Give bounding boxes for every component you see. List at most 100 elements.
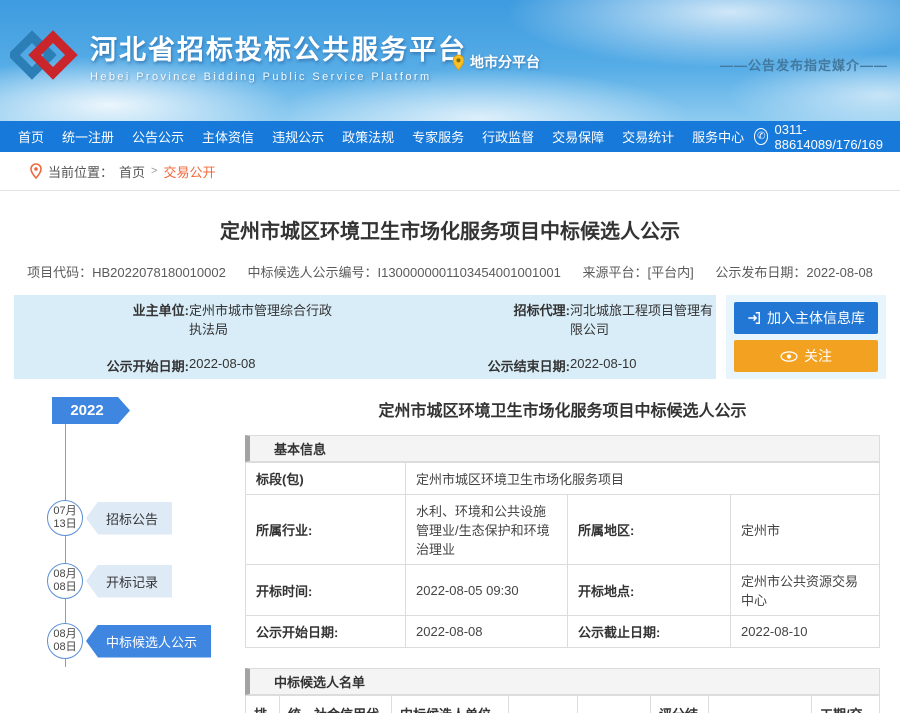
nav-item-violations[interactable]: 违规公示 — [264, 127, 332, 146]
hotline: ✆ 0311-88614089/176/169 — [754, 122, 890, 152]
col-company-name: 中标候选人单位名称 — [392, 696, 509, 713]
timeline-date-month: 07月 — [53, 505, 76, 518]
publicity-start-label: 公示开始日期: — [246, 616, 406, 648]
site-title: 河北省招标投标公共服务平台 — [90, 28, 467, 67]
page-title: 定州市城区环境卫生市场化服务项目中标候选人公示 — [0, 215, 900, 244]
publicity-start-value: 2022-08-08 — [406, 616, 568, 648]
city-platform-label: 地市分平台 — [470, 52, 540, 72]
table-row: 开标时间: 2022-08-05 09:30 开标地点: 定州市公共资源交易中心 — [246, 565, 880, 616]
nav-item-entity-credit[interactable]: 主体资信 — [194, 127, 262, 146]
bid-section-label: 标段(包) — [246, 463, 406, 495]
timeline-item-tender-notice[interactable]: 07月 13日 招标公告 — [47, 500, 172, 536]
notice-number-value: I1300000001103454001001001 — [377, 265, 560, 280]
timeline-label-active: 中标候选人公示 — [86, 625, 211, 658]
region-label: 所属地区: — [568, 495, 731, 565]
nav-item-announcements[interactable]: 公告公示 — [124, 127, 192, 146]
timeline-item-candidates[interactable]: 08月 08日 中标候选人公示 — [47, 623, 211, 659]
publish-date-label: 公示发布日期： — [715, 265, 806, 280]
sign-in-icon — [747, 311, 761, 325]
timeline-item-bid-opening[interactable]: 08月 08日 开标记录 — [47, 563, 172, 599]
col-credit-code: 统一社会信用代码 — [280, 696, 392, 713]
join-entity-db-button[interactable]: 加入主体信息库 — [734, 302, 878, 334]
timeline-date-month: 08月 — [53, 628, 76, 641]
owner-unit-label: 业主单位: — [14, 300, 189, 338]
notice-end-label: 公示结束日期: — [335, 356, 570, 375]
notice-start-label: 公示开始日期: — [14, 356, 189, 375]
breadcrumb-current[interactable]: 交易公开 — [163, 162, 215, 181]
nav-item-expert-service[interactable]: 专家服务 — [404, 127, 472, 146]
city-platform-link[interactable]: 地市分平台 — [452, 52, 540, 72]
candidates-table: 排名 统一社会信用代码 中标候选人单位名称 投标价格 评标价格 评分结果 质量标… — [245, 695, 880, 713]
site-brand: 河北省招标投标公共服务平台 Hebei Province Bidding Pub… — [10, 22, 467, 88]
breadcrumb: 当前位置： 首页 > 交易公开 — [0, 152, 900, 191]
source-platform-value: [平台内] — [648, 265, 694, 280]
breadcrumb-separator: > — [151, 165, 157, 177]
timeline-year-flag: 2022 — [52, 397, 130, 424]
owner-unit-value: 定州市城市管理综合行政执法局 — [189, 300, 335, 338]
follow-button[interactable]: 关注 — [734, 340, 878, 372]
table-row: 公示开始日期: 2022-08-08 公示截止日期: 2022-08-10 — [246, 616, 880, 648]
nav-item-policies[interactable]: 政策法规 — [334, 127, 402, 146]
timeline-label: 开标记录 — [86, 565, 172, 598]
project-code-label: 项目代码： — [27, 265, 92, 280]
notice-end-value: 2022-08-10 — [570, 356, 716, 375]
timeline-date: 08月 08日 — [47, 563, 83, 599]
timeline-label: 招标公告 — [86, 502, 172, 535]
follow-button-label: 关注 — [804, 346, 832, 366]
join-button-label: 加入主体信息库 — [767, 308, 865, 328]
opening-place-value: 定州市公共资源交易中心 — [731, 565, 880, 616]
notice-start-value: 2022-08-08 — [189, 356, 335, 375]
basic-info-section-header: 基本信息 — [245, 435, 880, 462]
nav-item-admin-supervision[interactable]: 行政监督 — [474, 127, 542, 146]
notice-article: 定州市城区环境卫生市场化服务项目中标候选人公示 基本信息 标段(包) 定州市城区… — [245, 397, 880, 713]
project-meta: 项目代码：HB2022078180010002 中标候选人公示编号：I13000… — [0, 262, 900, 281]
nav-item-trade-guarantee[interactable]: 交易保障 — [544, 127, 612, 146]
timeline-date: 08月 08日 — [47, 623, 83, 659]
source-platform-label: 来源平台： — [583, 265, 648, 280]
hotline-number: 0311-88614089/176/169 — [774, 122, 890, 152]
basic-info-table: 标段(包) 定州市城区环境卫生市场化服务项目 所属行业: 水利、环境和公共设施管… — [245, 462, 880, 648]
timeline-date-day: 13日 — [53, 518, 76, 531]
site-header: 河北省招标投标公共服务平台 Hebei Province Bidding Pub… — [0, 0, 900, 121]
article-title: 定州市城区环境卫生市场化服务项目中标候选人公示 — [245, 397, 880, 421]
timeline-date-day: 08日 — [53, 641, 76, 654]
timeline-date-day: 08日 — [53, 581, 76, 594]
col-bid-price: 投标价格 — [509, 696, 578, 713]
publicity-end-label: 公示截止日期: — [568, 616, 731, 648]
opening-place-label: 开标地点: — [568, 565, 731, 616]
site-logo-icon — [10, 22, 82, 88]
bid-section-value: 定州市城区环境卫生市场化服务项目 — [406, 463, 880, 495]
action-panel: 加入主体信息库 关注 — [726, 295, 886, 379]
project-code-value: HB2022078180010002 — [92, 265, 226, 280]
col-rank: 排名 — [246, 696, 280, 713]
opening-time-value: 2022-08-05 09:30 — [406, 565, 568, 616]
industry-label: 所属行业: — [246, 495, 406, 565]
eye-icon — [780, 351, 798, 362]
main-nav: 首页 统一注册 公告公示 主体资信 违规公示 政策法规 专家服务 行政监督 交易… — [0, 121, 900, 152]
table-header-row: 排名 统一社会信用代码 中标候选人单位名称 投标价格 评标价格 评分结果 质量标… — [246, 696, 880, 713]
opening-time-label: 开标时间: — [246, 565, 406, 616]
publicity-end-value: 2022-08-10 — [731, 616, 880, 648]
location-pin-icon — [452, 54, 465, 71]
bidding-agent-value: 河北城旅工程项目管理有限公司 — [570, 300, 716, 338]
table-row: 所属行业: 水利、环境和公共设施管理业/生态保护和环境治理业 所属地区: 定州市 — [246, 495, 880, 565]
summary-row: 业主单位: 定州市城市管理综合行政执法局 招标代理: 河北城旅工程项目管理有限公… — [14, 295, 886, 379]
nav-item-service-center[interactable]: 服务中心 — [684, 127, 752, 146]
site-subtitle: Hebei Province Bidding Public Service Pl… — [90, 71, 467, 83]
col-evaluated-price: 评标价格 — [578, 696, 651, 713]
breadcrumb-home[interactable]: 首页 — [119, 162, 145, 181]
col-score: 评分结果 — [651, 696, 709, 713]
timeline-date-month: 08月 — [53, 568, 76, 581]
table-row: 标段(包) 定州市城区环境卫生市场化服务项目 — [246, 463, 880, 495]
timeline-date: 07月 13日 — [47, 500, 83, 536]
publish-date-value: 2022-08-08 — [806, 265, 873, 280]
nav-item-register[interactable]: 统一注册 — [54, 127, 122, 146]
bidding-agent-label: 招标代理: — [335, 300, 570, 338]
breadcrumb-label: 当前位置： — [48, 162, 113, 181]
nav-item-home[interactable]: 首页 — [10, 127, 52, 146]
main-content: 2022 07月 13日 招标公告 08月 08日 开标记录 08月 08日 中… — [0, 397, 900, 713]
nav-item-trade-statistics[interactable]: 交易统计 — [614, 127, 682, 146]
media-designation-note: ——公告发布指定媒介—— — [720, 55, 888, 74]
col-quality: 质量标准 — [709, 696, 812, 713]
phone-icon: ✆ — [754, 128, 768, 145]
